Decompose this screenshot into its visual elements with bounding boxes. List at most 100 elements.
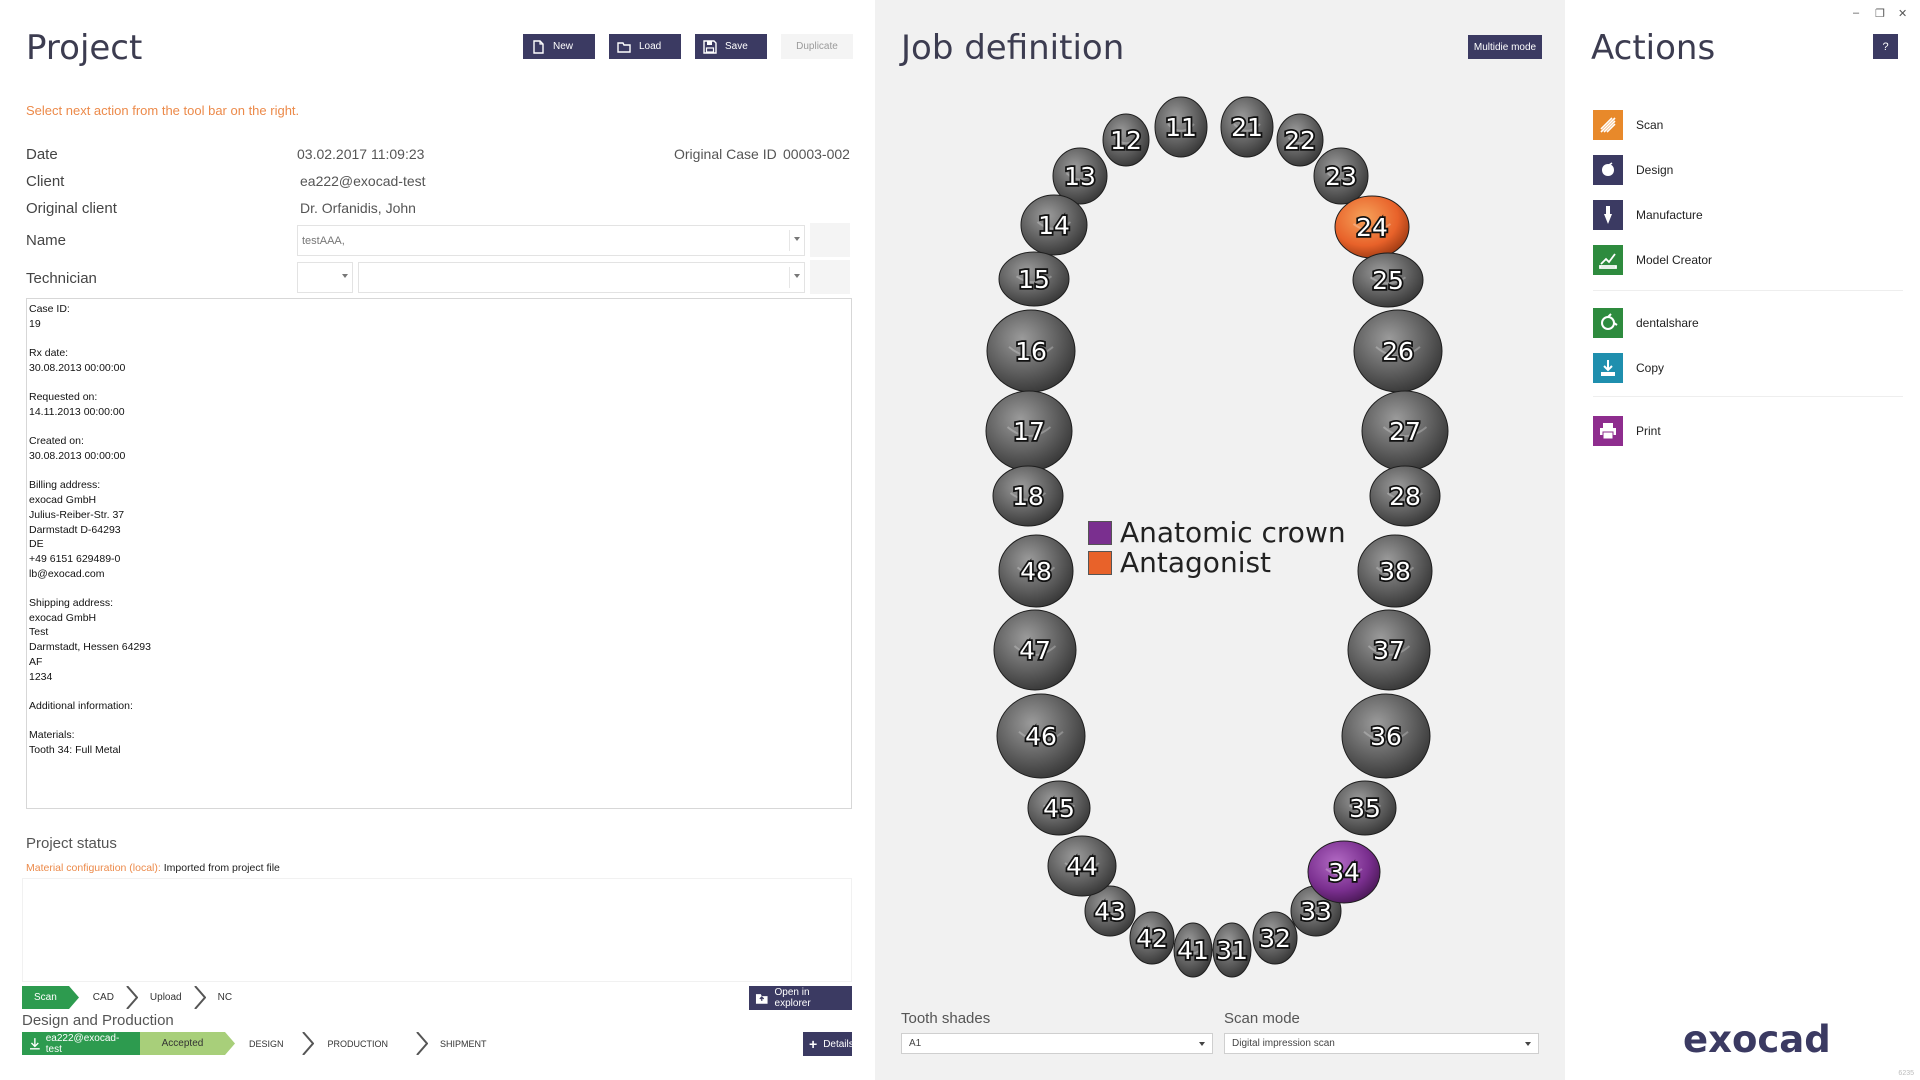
tooth-number: 16 bbox=[1015, 337, 1047, 366]
tooth-32[interactable]: 32 bbox=[1252, 911, 1298, 965]
action-print[interactable]: Print bbox=[1593, 414, 1661, 447]
tooth-21[interactable]: 21 bbox=[1220, 96, 1274, 158]
action-manufacture[interactable]: Manufacture bbox=[1593, 198, 1703, 231]
date-value: 03.02.2017 11:09:23 bbox=[297, 146, 425, 162]
tooth-number: 41 bbox=[1177, 936, 1209, 965]
technician-extra-button[interactable] bbox=[810, 260, 850, 294]
action-scan[interactable]: Scan bbox=[1593, 108, 1663, 141]
tooth-44[interactable]: 44 bbox=[1047, 835, 1117, 897]
folder-icon bbox=[617, 41, 631, 53]
restore-icon[interactable]: ❐ bbox=[1875, 7, 1885, 20]
minimize-icon[interactable]: – bbox=[1853, 7, 1859, 19]
material-configuration-value: Imported from project file bbox=[163, 862, 280, 874]
save-button[interactable]: Save bbox=[695, 34, 767, 59]
tooth-34[interactable]: 34 bbox=[1307, 840, 1381, 904]
step-upload[interactable]: Upload bbox=[138, 986, 194, 1009]
duplicate-button[interactable]: Duplicate bbox=[781, 34, 853, 59]
open-in-explorer-button[interactable]: Open in explorer bbox=[749, 986, 852, 1010]
dp-step-production[interactable]: PRODUCTION bbox=[314, 1032, 417, 1055]
tooth-18[interactable]: 18 bbox=[992, 465, 1064, 527]
legend-label-crown: Anatomic crown bbox=[1120, 516, 1346, 549]
load-button[interactable]: Load bbox=[609, 34, 681, 59]
tooth-22[interactable]: 22 bbox=[1276, 113, 1324, 167]
details-button[interactable]: + Details bbox=[803, 1032, 854, 1056]
tooth-number: 12 bbox=[1110, 126, 1142, 155]
tooth-11[interactable]: 11 bbox=[1154, 96, 1208, 158]
save-button-label: Save bbox=[725, 41, 748, 52]
step-scan[interactable]: Scan bbox=[22, 986, 69, 1009]
tooth-26[interactable]: 26 bbox=[1353, 309, 1443, 393]
dp-step-shipment[interactable]: SHIPMENT bbox=[428, 1032, 499, 1055]
step-label: NC bbox=[217, 992, 233, 1003]
print-icon bbox=[1593, 415, 1623, 446]
help-button[interactable]: ? bbox=[1873, 34, 1898, 59]
action-scan-label: Scan bbox=[1636, 117, 1664, 132]
original-case-id-value: 00003-002 bbox=[783, 146, 850, 162]
tooth-42[interactable]: 42 bbox=[1129, 911, 1175, 965]
tooth-16[interactable]: 16 bbox=[986, 309, 1076, 393]
tooth-36[interactable]: 36 bbox=[1341, 693, 1431, 779]
tooth-shades-select[interactable]: A1 bbox=[901, 1033, 1213, 1054]
tooth-46[interactable]: 46 bbox=[996, 693, 1086, 779]
case-notes-textarea[interactable]: Case ID: 19 Rx date: 30.08.2013 00:00:00… bbox=[26, 298, 852, 809]
tooth-14[interactable]: 14 bbox=[1020, 194, 1088, 256]
step-cad[interactable]: CAD bbox=[81, 986, 126, 1009]
dp-step-accepted[interactable]: Accepted bbox=[140, 1032, 225, 1055]
design-production-steps: ea222@exocad-test Accepted DESIGN PRODUC… bbox=[22, 1032, 499, 1055]
load-button-label: Load bbox=[639, 41, 662, 52]
tooth-23[interactable]: 23 bbox=[1313, 147, 1369, 205]
tooth-37[interactable]: 37 bbox=[1347, 609, 1431, 691]
tooth-number: 18 bbox=[1012, 482, 1044, 511]
tooth-35[interactable]: 35 bbox=[1333, 780, 1397, 836]
chevron-right-icon bbox=[126, 986, 138, 1009]
action-model-creator[interactable]: Model Creator bbox=[1593, 243, 1712, 276]
project-status-box bbox=[22, 878, 852, 982]
technician-select[interactable] bbox=[358, 262, 805, 293]
dp-step-client[interactable]: ea222@exocad-test bbox=[22, 1032, 141, 1055]
tooth-41[interactable]: 41 bbox=[1173, 922, 1213, 978]
tooth-28[interactable]: 28 bbox=[1369, 465, 1441, 527]
legend-swatch-antagonist bbox=[1088, 550, 1112, 575]
legend-swatch-crown bbox=[1088, 520, 1112, 545]
close-icon[interactable]: ✕ bbox=[1898, 7, 1907, 20]
copy-icon bbox=[1593, 352, 1623, 383]
tooth-48[interactable]: 48 bbox=[998, 534, 1074, 608]
action-copy[interactable]: Copy bbox=[1593, 351, 1664, 384]
tooth-24[interactable]: 24 bbox=[1334, 195, 1410, 259]
tooth-27[interactable]: 27 bbox=[1361, 390, 1449, 472]
version-number: 6235 bbox=[1898, 1070, 1914, 1077]
tooth-number: 33 bbox=[1300, 897, 1332, 926]
new-button[interactable]: New bbox=[523, 34, 595, 59]
technician-prefix-select[interactable] bbox=[297, 262, 353, 293]
divider bbox=[1593, 290, 1903, 291]
tooth-number: 21 bbox=[1231, 113, 1263, 142]
job-definition-panel: Job definition Multidie mode 11 12 13 14 15 1… bbox=[875, 0, 1565, 1080]
action-design[interactable]: Design bbox=[1593, 153, 1673, 186]
dp-step-design[interactable]: DESIGN bbox=[237, 1032, 302, 1055]
tooth-17[interactable]: 17 bbox=[985, 390, 1073, 472]
name-combobox[interactable]: testAAA, bbox=[297, 225, 805, 256]
chevron-down-icon bbox=[794, 237, 800, 241]
scan-mode-value: Digital impression scan bbox=[1232, 1038, 1335, 1049]
tooth-number: 32 bbox=[1259, 924, 1291, 953]
tooth-31[interactable]: 31 bbox=[1212, 922, 1252, 978]
tooth-number: 47 bbox=[1019, 636, 1051, 665]
chevron-right-icon bbox=[68, 986, 79, 1009]
name-input-value: testAAA, bbox=[302, 234, 345, 247]
tooth-25[interactable]: 25 bbox=[1352, 252, 1424, 308]
scan-mode-select[interactable]: Digital impression scan bbox=[1224, 1033, 1539, 1054]
action-dentalshare[interactable]: dentalshare bbox=[1593, 306, 1699, 339]
tooth-38[interactable]: 38 bbox=[1357, 534, 1433, 608]
name-extra-button[interactable] bbox=[810, 223, 850, 257]
tooth-number: 38 bbox=[1379, 557, 1411, 586]
tooth-15[interactable]: 15 bbox=[998, 251, 1070, 307]
legend-label-antagonist: Antagonist bbox=[1120, 546, 1272, 579]
date-label: Date bbox=[26, 146, 58, 163]
legend-anatomic-crown: Anatomic crown bbox=[1088, 516, 1346, 549]
details-label: Details bbox=[823, 1038, 854, 1050]
tooth-12[interactable]: 12 bbox=[1102, 113, 1150, 167]
project-status-title: Project status bbox=[26, 835, 117, 852]
step-nc[interactable]: NC bbox=[206, 986, 244, 1009]
tooth-47[interactable]: 47 bbox=[993, 609, 1077, 691]
tooth-45[interactable]: 45 bbox=[1027, 780, 1091, 836]
